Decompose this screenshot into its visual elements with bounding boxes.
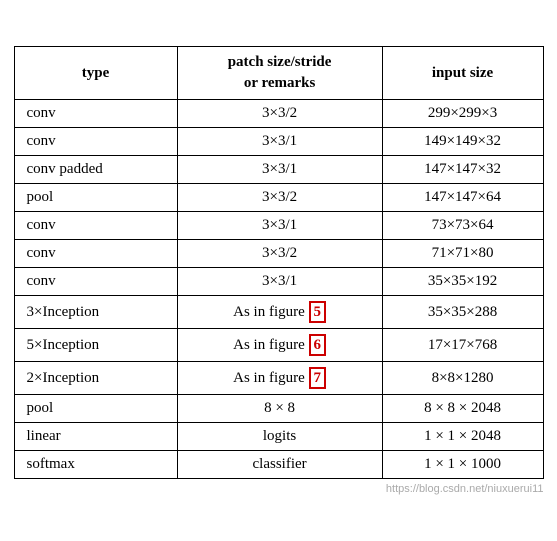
cell-patch: 3×3/2 [177,100,382,128]
table-row: pool8 × 88 × 8 × 2048 [14,395,543,423]
cell-type: conv [14,128,177,156]
cell-patch: logits [177,423,382,451]
cell-type: conv [14,212,177,240]
table-row: conv3×3/2299×299×3 [14,100,543,128]
table-row: 2×InceptionAs in figure 78×8×1280 [14,362,543,395]
cell-type: linear [14,423,177,451]
cell-patch: 8 × 8 [177,395,382,423]
table-body: conv3×3/2299×299×3conv3×3/1149×149×32con… [14,100,543,479]
cell-type: pool [14,184,177,212]
table-row: conv3×3/271×71×80 [14,240,543,268]
table-row: pool3×3/2147×147×64 [14,184,543,212]
table-row: conv3×3/173×73×64 [14,212,543,240]
cell-input: 299×299×3 [382,100,543,128]
cell-input: 35×35×288 [382,296,543,329]
cell-input: 8×8×1280 [382,362,543,395]
cell-input: 1 × 1 × 2048 [382,423,543,451]
table-row: conv3×3/1149×149×32 [14,128,543,156]
cell-type: softmax [14,451,177,479]
cell-patch: 3×3/1 [177,268,382,296]
cell-input: 147×147×32 [382,156,543,184]
architecture-table: type patch size/stride or remarks input … [14,46,544,479]
table-container: type patch size/stride or remarks input … [14,46,544,495]
table-row: 5×InceptionAs in figure 617×17×768 [14,329,543,362]
cell-input: 147×147×64 [382,184,543,212]
cell-type: conv [14,240,177,268]
cell-type: conv [14,268,177,296]
cell-type: 5×Inception [14,329,177,362]
cell-input: 73×73×64 [382,212,543,240]
cell-patch: As in figure 6 [177,329,382,362]
table-row: linearlogits1 × 1 × 2048 [14,423,543,451]
cell-type: conv [14,100,177,128]
table-row: conv padded3×3/1147×147×32 [14,156,543,184]
cell-type: conv padded [14,156,177,184]
cell-input: 149×149×32 [382,128,543,156]
figure-number-highlight: 5 [309,301,327,323]
cell-patch: classifier [177,451,382,479]
cell-patch: 3×3/1 [177,156,382,184]
cell-type: pool [14,395,177,423]
cell-patch: 3×3/2 [177,240,382,268]
watermark: https://blog.csdn.net/niuxuerui11 [14,483,544,495]
cell-type: 2×Inception [14,362,177,395]
cell-input: 71×71×80 [382,240,543,268]
cell-patch: As in figure 5 [177,296,382,329]
figure-number-highlight: 7 [309,367,327,389]
table-row: 3×InceptionAs in figure 535×35×288 [14,296,543,329]
cell-type: 3×Inception [14,296,177,329]
header-row: type patch size/stride or remarks input … [14,47,543,100]
table-row: conv3×3/135×35×192 [14,268,543,296]
col-header-type: type [14,47,177,100]
figure-number-highlight: 6 [309,334,327,356]
table-row: softmaxclassifier1 × 1 × 1000 [14,451,543,479]
col-header-patch: patch size/stride or remarks [177,47,382,100]
col-header-input: input size [382,47,543,100]
cell-patch: As in figure 7 [177,362,382,395]
cell-input: 35×35×192 [382,268,543,296]
cell-input: 17×17×768 [382,329,543,362]
cell-patch: 3×3/2 [177,184,382,212]
cell-input: 1 × 1 × 1000 [382,451,543,479]
cell-patch: 3×3/1 [177,212,382,240]
cell-input: 8 × 8 × 2048 [382,395,543,423]
cell-patch: 3×3/1 [177,128,382,156]
